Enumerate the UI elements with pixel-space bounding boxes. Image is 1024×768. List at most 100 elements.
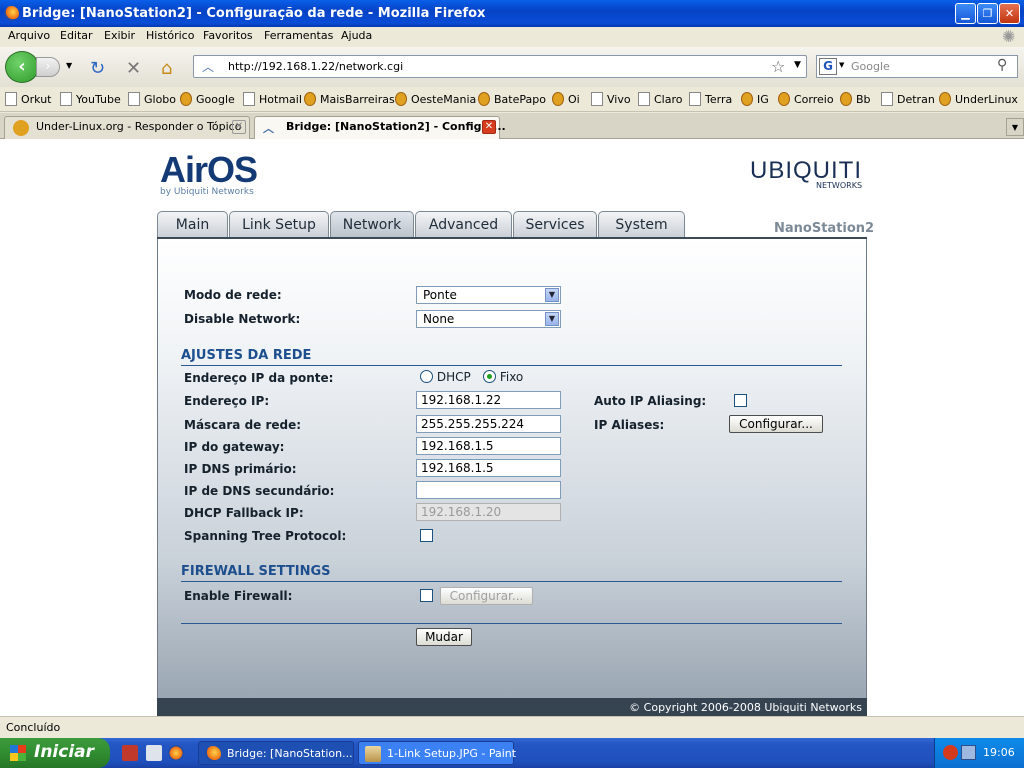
submit-button[interactable]: Mudar <box>416 628 472 646</box>
history-dropdown-icon[interactable]: ▼ <box>66 61 72 70</box>
tab-strip: Under-Linux.org - Responder o Tópico ✕ ︿… <box>0 113 1024 140</box>
bookmark-item[interactable]: YouTube <box>60 92 121 106</box>
bookmark-item[interactable]: Google <box>180 92 235 106</box>
secondary-dns-label: IP de DNS secundário: <box>184 484 335 498</box>
netmask-label: Máscara de rede: <box>184 418 302 432</box>
tab-main[interactable]: Main <box>157 211 228 238</box>
site-icon: ︿ <box>202 60 215 74</box>
primary-dns-input[interactable]: 192.168.1.5 <box>416 459 561 477</box>
menu-favoritos[interactable]: Favoritos <box>203 29 253 42</box>
bookmark-item[interactable]: Bb <box>840 92 871 106</box>
bookmark-item[interactable]: BatePapo <box>478 92 546 106</box>
site-icon <box>778 92 790 106</box>
network-mode-select[interactable]: Ponte ▼ <box>416 286 561 304</box>
firefox-launch-icon[interactable] <box>168 745 184 761</box>
fixed-radio[interactable] <box>483 370 496 383</box>
bookmark-item[interactable]: Globo <box>128 92 176 106</box>
forward-button[interactable]: › <box>36 57 60 77</box>
ip-address-input[interactable]: 192.168.1.22 <box>416 391 561 409</box>
stop-icon[interactable]: ✕ <box>126 58 141 79</box>
paint-icon <box>365 746 381 762</box>
tab-list-button[interactable]: ▼ <box>1006 118 1024 136</box>
windows-logo-icon <box>10 745 26 761</box>
restore-button[interactable]: ❐ <box>977 3 998 24</box>
engine-dropdown-icon[interactable]: ▼ <box>839 61 844 69</box>
site-icon <box>840 92 852 106</box>
airos-logo: AirOS by Ubiquiti Networks <box>160 149 258 197</box>
system-tray: 19:06 <box>934 738 1024 768</box>
enable-firewall-label: Enable Firewall: <box>184 589 293 603</box>
bookmark-star-icon[interactable]: ☆ <box>771 57 785 76</box>
bookmark-item[interactable]: Vivo <box>591 92 631 106</box>
disable-network-select[interactable]: None ▼ <box>416 310 561 328</box>
quick-launch-icon[interactable] <box>146 745 162 761</box>
quick-launch-icon[interactable] <box>122 745 138 761</box>
close-tab-icon[interactable]: ✕ <box>482 120 496 134</box>
bookmark-item[interactable]: OesteMania <box>395 92 476 106</box>
menu-ajuda[interactable]: Ajuda <box>341 29 372 42</box>
menu-historico[interactable]: Histórico <box>146 29 194 42</box>
url-dropdown-icon[interactable]: ▼ <box>794 60 801 70</box>
tab-link-setup[interactable]: Link Setup <box>229 211 329 238</box>
bridge-ip-label: Endereço IP da ponte: <box>184 371 334 385</box>
section-divider <box>181 581 842 582</box>
bookmark-item[interactable]: Claro <box>638 92 683 106</box>
navigation-toolbar: ‹ › ▼ ↻ ✕ ⌂ ︿ http://192.168.1.22/networ… <box>0 47 1024 87</box>
window-title-bar: Bridge: [NanoStation2] - Configuração da… <box>0 0 1024 27</box>
back-button[interactable]: ‹ <box>5 51 39 83</box>
window-title: Bridge: [NanoStation2] - Configuração da… <box>22 6 486 21</box>
dhcp-radio[interactable] <box>420 370 433 383</box>
secondary-dns-input[interactable] <box>416 481 561 499</box>
menu-editar[interactable]: Editar <box>60 29 93 42</box>
address-bar[interactable]: ︿ http://192.168.1.22/network.cgi ☆ ▼ <box>193 55 807 78</box>
section-network-heading: AJUSTES DA REDE <box>181 348 312 363</box>
gateway-label: IP do gateway: <box>184 440 285 454</box>
bookmark-item[interactable]: Hotmail <box>243 92 302 106</box>
page-icon <box>60 92 72 106</box>
enable-firewall-checkbox[interactable] <box>420 589 433 602</box>
bookmark-item[interactable]: Detran <box>881 92 935 106</box>
tab-services[interactable]: Services <box>513 211 597 238</box>
search-engine-icon[interactable]: G <box>819 58 837 75</box>
tab-advanced[interactable]: Advanced <box>415 211 512 238</box>
bookmark-item[interactable]: IG <box>741 92 769 106</box>
menu-ferramentas[interactable]: Ferramentas <box>264 29 333 42</box>
home-icon[interactable]: ⌂ <box>161 58 172 79</box>
browser-tab[interactable]: Under-Linux.org - Responder o Tópico ✕ <box>4 116 250 139</box>
menu-exibir[interactable]: Exibir <box>104 29 135 42</box>
browser-tab-active[interactable]: ︿ Bridge: [NanoStation2] - Configur... ✕ <box>254 116 506 140</box>
taskbar-window-paint[interactable]: 1-Link Setup.JPG - Paint <box>358 741 516 765</box>
bookmark-item[interactable]: Terra <box>689 92 732 106</box>
tab-network[interactable]: Network <box>330 211 414 238</box>
reload-icon[interactable]: ↻ <box>90 58 105 79</box>
bookmark-item[interactable]: Orkut <box>5 92 52 106</box>
search-box[interactable]: G ▼ Google ⚲ <box>816 55 1018 78</box>
bookmark-item[interactable]: MaisBarreiras <box>304 92 395 106</box>
chevron-down-icon: ▼ <box>545 288 559 302</box>
stp-checkbox[interactable] <box>420 529 433 542</box>
close-tab-icon[interactable]: ✕ <box>232 120 246 134</box>
section-firewall-heading: FIREWALL SETTINGS <box>181 564 331 579</box>
site-icon <box>395 92 407 106</box>
close-window-button[interactable]: ✕ <box>999 3 1020 24</box>
netmask-input[interactable]: 255.255.255.224 <box>416 415 561 433</box>
bookmark-item[interactable]: Correio <box>778 92 834 106</box>
minimize-button[interactable]: ▁ <box>955 3 976 24</box>
gateway-input[interactable]: 192.168.1.5 <box>416 437 561 455</box>
bookmark-item[interactable]: Oi <box>552 92 580 106</box>
site-icon <box>552 92 564 106</box>
menu-arquivo[interactable]: Arquivo <box>8 29 50 42</box>
bookmark-item[interactable]: UnderLinux <box>939 92 1018 106</box>
network-settings-panel: Modo de rede: Ponte ▼ Disable Network: No… <box>157 239 867 698</box>
configure-aliases-button[interactable]: Configurar... <box>729 415 823 433</box>
taskbar-window-firefox[interactable]: Bridge: [NanoStation... <box>198 741 354 765</box>
dhcp-fallback-label: DHCP Fallback IP: <box>184 506 304 520</box>
network-tray-icon[interactable] <box>961 745 976 760</box>
search-icon[interactable]: ⚲ <box>997 57 1007 73</box>
start-button[interactable]: Iniciar <box>0 738 110 768</box>
site-icon <box>13 120 29 136</box>
tray-icon[interactable] <box>943 745 958 760</box>
tab-system[interactable]: System <box>598 211 685 238</box>
auto-ip-aliasing-checkbox[interactable] <box>734 394 747 407</box>
page-icon <box>591 92 603 106</box>
